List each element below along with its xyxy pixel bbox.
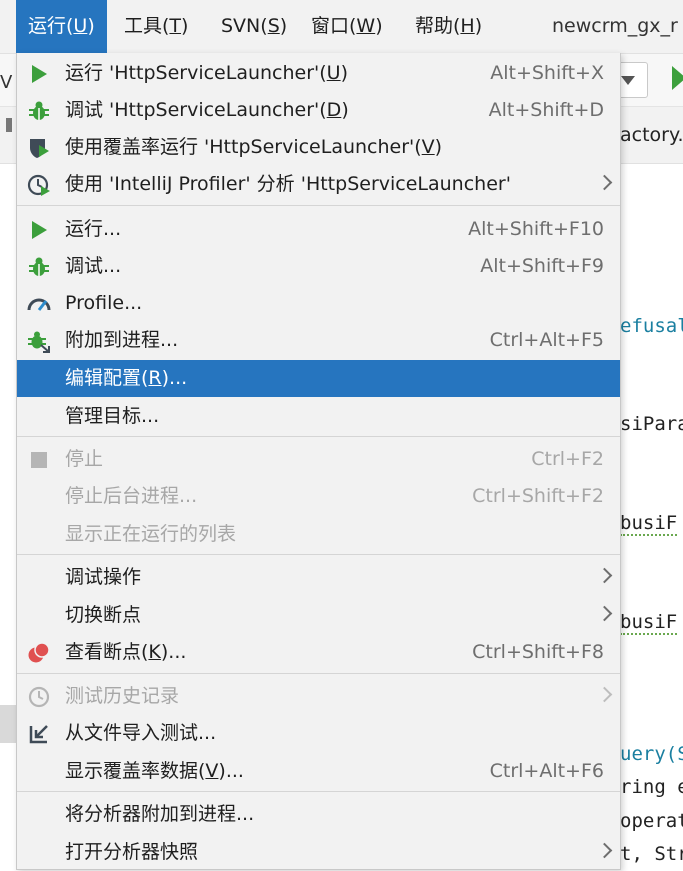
menu-item-attach-to-process[interactable]: 附加到进程... Ctrl+Alt+F5 [17,322,620,359]
debug-bug-icon [29,257,49,276]
run-icon [32,65,47,83]
code-line: busiF [620,512,678,536]
toolbar-left-text: V [0,72,13,93]
menu-item-manage-targets[interactable]: 管理目标... [17,398,620,435]
menu-help[interactable]: 帮助(H) [415,0,482,53]
code-line: uery(S [620,743,683,765]
menu-bar: 运行(U) 工具(T) SVN(S) 窗口(W) 帮助(H) newcrm_gx… [0,0,683,54]
shortcut: Ctrl+Shift+F2 [472,485,604,507]
menu-item-open-profiler-snapshot[interactable]: 打开分析器快照 [17,834,620,871]
menu-item-test-history[interactable]: 测试历史记录 [17,678,620,715]
submenu-arrow-icon [596,174,613,191]
menu-item-view-breakpoints[interactable]: 查看断点(K)... Ctrl+Shift+F8 [17,634,620,671]
menu-run[interactable]: 运行(U) [16,0,107,53]
code-line: ring e [620,776,683,798]
shortcut: Ctrl+Alt+F6 [489,760,604,782]
profiler-clock-icon [27,174,50,196]
separator [17,791,620,792]
menu-tools[interactable]: 工具(T) [124,0,188,53]
separator [17,673,620,674]
menu-item-debug-actions[interactable]: 调试操作 [17,559,620,596]
shortcut: Alt+Shift+X [490,62,604,84]
stop-icon [31,452,47,468]
editor-tab[interactable]: actory. [620,124,683,146]
menu-item-stop-background[interactable]: 停止后台进程... Ctrl+Shift+F2 [17,478,620,515]
menu-window[interactable]: 窗口(W) [311,0,383,53]
history-clock-icon [28,686,50,708]
shortcut: Alt+Shift+D [488,99,604,121]
shortcut: Ctrl+F2 [531,448,604,470]
shortcut: Ctrl+Alt+F5 [489,329,604,351]
menu-item-toggle-breakpoint[interactable]: 切换断点 [17,597,620,634]
code-line: operat [620,810,683,832]
run-icon[interactable] [672,66,683,90]
coverage-shield-icon [30,139,49,158]
separator [17,205,620,206]
menu-item-stop[interactable]: 停止 Ctrl+F2 [17,441,620,478]
separator [17,554,620,555]
code-line: busiF [620,611,678,635]
menu-item-show-coverage-data[interactable]: 显示覆盖率数据(V)... Ctrl+Alt+F6 [17,753,620,790]
menu-item-debug-launcher[interactable]: 调试 'HttpServiceLauncher'(D) Alt+Shift+D [17,92,620,129]
submenu-arrow-icon [596,605,613,622]
menu-item-profile-with-intellij[interactable]: 使用 'IntelliJ Profiler' 分析 'HttpServiceLa… [17,166,620,203]
run-menu-popup: 运行 'HttpServiceLauncher'(U) Alt+Shift+X … [16,53,621,870]
menu-item-run-launcher[interactable]: 运行 'HttpServiceLauncher'(U) Alt+Shift+X [17,55,620,92]
code-line: t, Str [620,843,683,865]
submenu-arrow-icon [596,567,613,584]
menu-item-run[interactable]: 运行... Alt+Shift+F10 [17,211,620,248]
attach-debugger-icon [28,331,50,353]
shortcut: Alt+Shift+F9 [480,255,604,277]
submenu-arrow-icon [596,842,613,859]
menu-item-attach-profiler[interactable]: 将分析器附加到进程... [17,796,620,833]
tab-marker [6,118,12,132]
gutter-marker [0,705,16,743]
debug-bug-icon [29,101,49,120]
separator [17,436,620,437]
submenu-arrow-icon [596,686,613,703]
menu-item-edit-configurations[interactable]: 编辑配置(R)... [17,360,620,397]
menu-item-show-running-list[interactable]: 显示正在运行的列表 [17,516,620,553]
code-line: efusal [620,315,683,337]
breakpoints-icon [28,642,50,663]
menu-item-profile[interactable]: Profile... [17,285,620,322]
menu-svn[interactable]: SVN(S) [221,0,287,53]
code-line: siPara [620,413,683,435]
import-arrow-icon [29,725,48,744]
project-title: newcrm_gx_r [552,15,678,37]
run-icon [32,221,47,239]
menu-item-debug[interactable]: 调试... Alt+Shift+F9 [17,248,620,285]
shortcut: Alt+Shift+F10 [468,218,604,240]
profile-gauge-icon [27,298,51,311]
menu-item-run-with-coverage[interactable]: 使用覆盖率运行 'HttpServiceLauncher'(V) [17,129,620,166]
menu-item-import-tests[interactable]: 从文件导入测试... [17,715,620,752]
shortcut: Ctrl+Shift+F8 [472,641,604,663]
